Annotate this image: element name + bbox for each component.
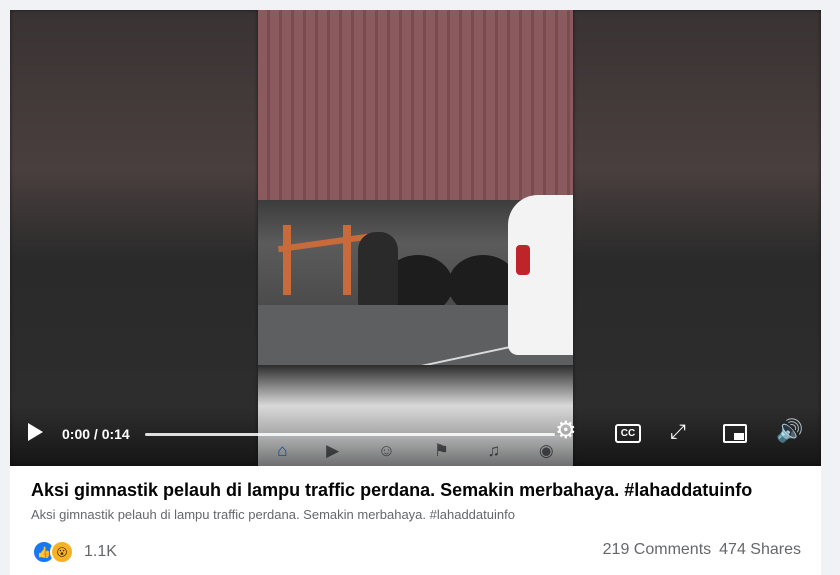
shares-count[interactable]: 474 Shares bbox=[719, 541, 801, 559]
car-taillight bbox=[516, 245, 530, 275]
video-player[interactable]: ⌂ ▶ ☺ ⚑ ♫ ◉ 0:00 / 0:14 ⚙ CC ⤢ 🔊 bbox=[10, 10, 821, 466]
expand-icon[interactable]: ⤢ bbox=[670, 422, 686, 442]
volume-icon[interactable]: 🔊 bbox=[776, 420, 803, 442]
progress-bar[interactable] bbox=[145, 433, 555, 436]
picture-in-picture-icon[interactable] bbox=[723, 424, 747, 443]
truck-frame-post bbox=[283, 225, 291, 295]
engagement-stats: 219 Comments 474 Shares bbox=[603, 541, 801, 559]
gear-icon[interactable]: ⚙ bbox=[555, 419, 577, 443]
truck-frame-post bbox=[343, 225, 351, 295]
reaction-count[interactable]: 1.1K bbox=[84, 543, 117, 561]
captions-button[interactable]: CC bbox=[615, 424, 641, 443]
reactions-summary[interactable]: 👍 😮 1.1K bbox=[32, 540, 117, 564]
play-icon[interactable] bbox=[28, 423, 43, 441]
white-car bbox=[508, 195, 573, 355]
time-display: 0:00 / 0:14 bbox=[62, 426, 130, 442]
video-blur-right bbox=[573, 10, 821, 466]
comments-count[interactable]: 219 Comments bbox=[603, 541, 712, 559]
wow-icon: 😮 bbox=[50, 540, 74, 564]
post-card: ⌂ ▶ ☺ ⚑ ♫ ◉ 0:00 / 0:14 ⚙ CC ⤢ 🔊 Aksi gi… bbox=[10, 10, 821, 575]
person-figure bbox=[358, 232, 398, 312]
video-controls: 0:00 / 0:14 ⚙ CC ⤢ 🔊 bbox=[10, 406, 821, 466]
post-title[interactable]: Aksi gimnastik pelauh di lampu traffic p… bbox=[31, 480, 752, 501]
post-description: Aksi gimnastik pelauh di lampu traffic p… bbox=[31, 507, 515, 522]
video-blur-left bbox=[10, 10, 258, 466]
video-frame[interactable]: ⌂ ▶ ☺ ⚑ ♫ ◉ bbox=[258, 10, 573, 466]
truck-container bbox=[258, 10, 573, 200]
